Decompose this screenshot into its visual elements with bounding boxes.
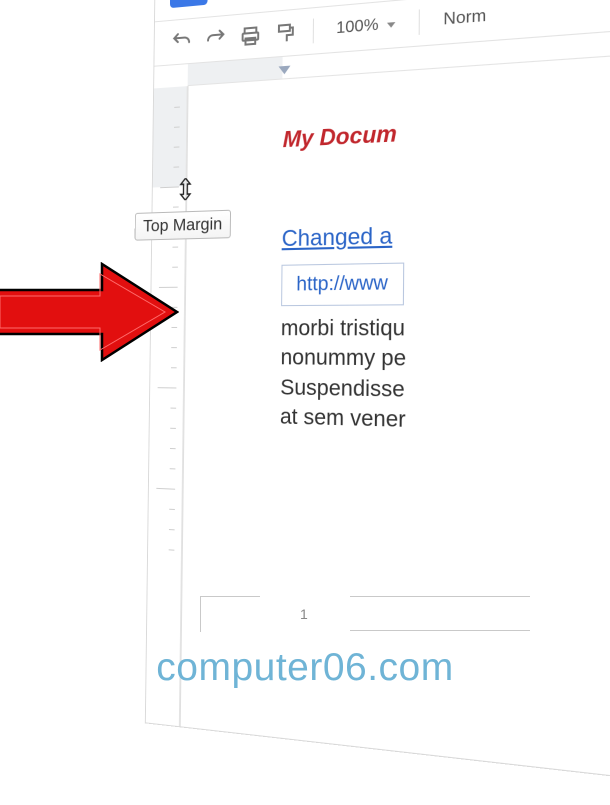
undo-button[interactable] [167, 26, 195, 58]
doc-body-heading[interactable]: Changed a [282, 209, 610, 253]
print-button[interactable] [236, 20, 266, 53]
paint-format-button[interactable] [271, 17, 301, 50]
red-arrow-annotation [0, 262, 179, 362]
ruler-margin-shade [153, 86, 187, 187]
page-break-region: 1 [0, 596, 610, 632]
zoom-value: 100% [336, 16, 378, 38]
body-line: morbi tristiqu [281, 312, 610, 346]
hyperlink-box[interactable]: http://www [281, 263, 404, 307]
style-value: Norm [443, 7, 486, 30]
doc-body-title[interactable]: My Docum [283, 94, 610, 153]
page-number: 1 [300, 606, 308, 622]
toolbar-separator [313, 19, 314, 44]
watermark-text: computer06.com [0, 646, 610, 690]
docs-app-icon[interactable] [168, 0, 210, 10]
body-line: at sem vener [280, 403, 610, 449]
redo-button[interactable] [201, 23, 230, 55]
doc-body-paragraph[interactable]: morbi tristiqu nonummy pe Suspendisse at… [280, 312, 610, 449]
resize-vertical-cursor-icon [177, 178, 194, 201]
menu-file[interactable]: File [229, 0, 259, 4]
indent-marker-icon[interactable] [278, 66, 290, 75]
zoom-dropdown[interactable]: 100% [326, 7, 406, 45]
chevron-down-icon [387, 22, 395, 28]
paragraph-style-dropdown[interactable]: Norm [432, 0, 497, 37]
toolbar-separator [419, 9, 420, 35]
top-margin-tooltip: Top Margin [135, 210, 232, 241]
hyperlink-text: http://www [296, 272, 388, 295]
